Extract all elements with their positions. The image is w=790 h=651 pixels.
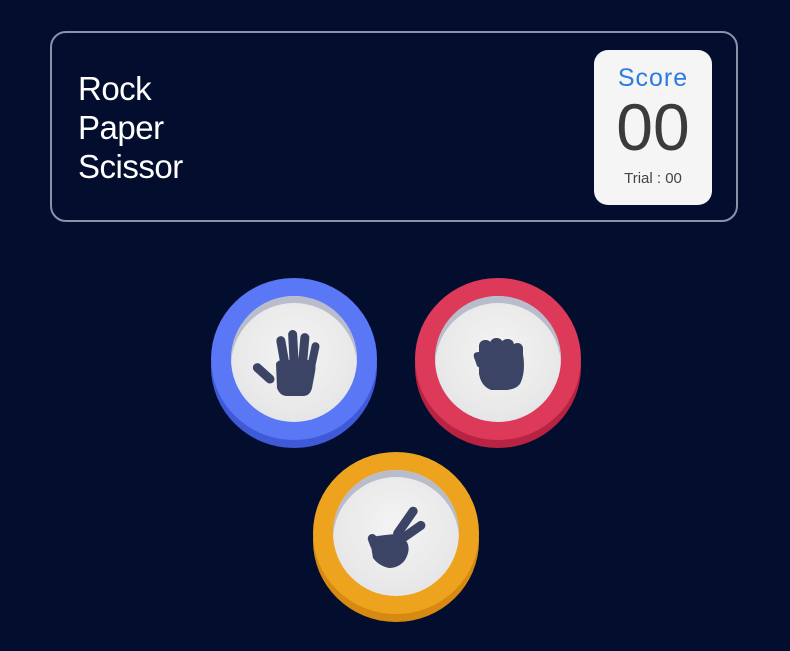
- score-box: Score 00 Trial : 00: [594, 50, 712, 205]
- trial-count: Trial : 00: [624, 170, 682, 187]
- title-line-rock: Rock: [78, 70, 152, 107]
- rock-button[interactable]: [415, 278, 581, 448]
- score-value: 00: [616, 90, 690, 164]
- game-title: Rock Paper Scissor: [78, 69, 183, 186]
- paper-button[interactable]: [211, 278, 377, 448]
- title-line-paper: Paper: [78, 109, 164, 146]
- score-label: Score: [617, 64, 689, 92]
- game-header: Rock Paper Scissor Score 00 Trial : 00: [50, 31, 738, 222]
- peace-hand-icon: [367, 506, 426, 568]
- game-stage: Rock Paper Scissor Score 00 Trial : 00: [0, 0, 790, 651]
- fist-icon: [473, 338, 524, 390]
- open-hand-icon: [252, 329, 320, 396]
- scissors-button[interactable]: [313, 452, 479, 622]
- title-line-scissor: Scissor: [78, 148, 183, 185]
